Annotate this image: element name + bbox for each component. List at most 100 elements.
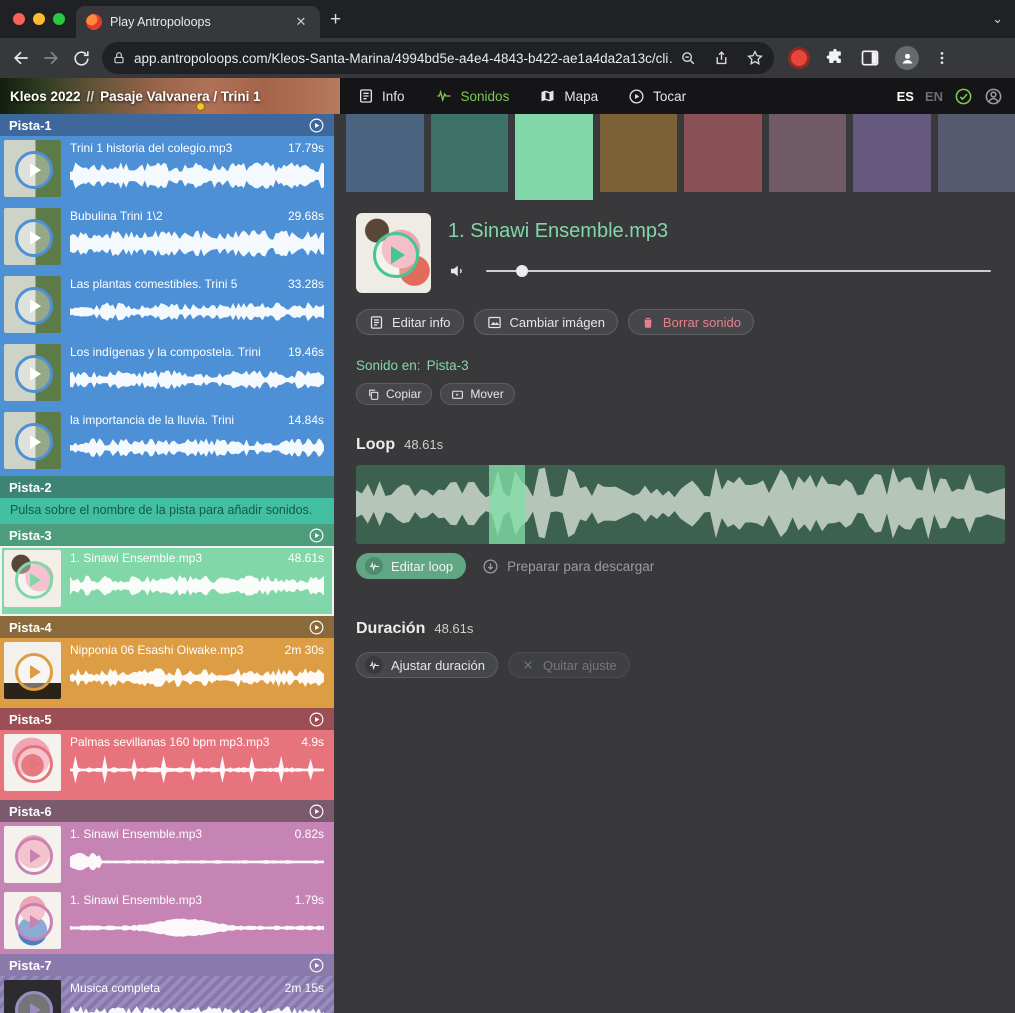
playhead[interactable] xyxy=(489,465,525,544)
clip-pista-1-5[interactable]: la importancia de la lluvia. Trini14.84s xyxy=(0,408,334,476)
clip-play-button[interactable] xyxy=(15,837,53,875)
saved-check-icon[interactable] xyxy=(954,87,973,106)
clip-thumbnail[interactable] xyxy=(4,550,61,607)
clip-pista-3-1[interactable]: 1. Sinawi Ensemble.mp348.61s xyxy=(0,546,334,616)
chevron-down-icon[interactable]: ⌄ xyxy=(992,11,1003,27)
delete-sound-button[interactable]: Borrar sonido xyxy=(628,309,754,335)
track-swatch-8[interactable] xyxy=(938,114,1015,192)
clip-thumbnail[interactable] xyxy=(4,980,61,1013)
track-swatch-3[interactable] xyxy=(515,114,593,200)
new-tab-button[interactable]: + xyxy=(330,10,341,29)
clip-play-button[interactable] xyxy=(15,561,53,599)
track-swatch-6[interactable] xyxy=(769,114,847,192)
tab-mapa[interactable]: Mapa xyxy=(539,88,598,104)
track-link[interactable]: Pista-3 xyxy=(427,358,469,373)
track-header-pista-3[interactable]: Pista-3 xyxy=(0,524,334,546)
clip-pista-6-2[interactable]: 1. Sinawi Ensemble.mp31.79s xyxy=(0,888,334,954)
clip-thumbnail[interactable] xyxy=(4,826,61,883)
remove-adjust-button[interactable]: Quitar ajuste xyxy=(508,652,630,678)
track-play-button[interactable] xyxy=(308,957,325,974)
track-swatch-4[interactable] xyxy=(600,114,678,192)
change-image-button[interactable]: Cambiar imágen xyxy=(474,309,618,335)
browser-tab[interactable]: Play Antropoloops ✕ xyxy=(76,6,320,38)
track-header-pista-1[interactable]: Pista-1 xyxy=(0,114,334,136)
clip-play-button[interactable] xyxy=(15,745,53,783)
track-play-button[interactable] xyxy=(308,619,325,636)
browser-menu-kebab-icon[interactable] xyxy=(934,50,950,66)
clip-thumbnail[interactable] xyxy=(4,208,61,265)
address-bar[interactable]: app.antropoloops.com/Kleos-Santa-Marina/… xyxy=(102,42,774,74)
clip-thumbnail[interactable] xyxy=(4,344,61,401)
track-header-pista-6[interactable]: Pista-6 xyxy=(0,800,334,822)
copy-button[interactable]: Copiar xyxy=(356,383,432,405)
track-swatch-1[interactable] xyxy=(346,114,424,192)
clip-thumbnail[interactable] xyxy=(4,734,61,791)
breadcrumb[interactable]: Kleos 2022 // Pasaje Valvanera / Trini 1 xyxy=(0,78,340,114)
lang-en[interactable]: EN xyxy=(925,89,943,104)
track-swatch-2[interactable] xyxy=(431,114,509,192)
track-play-button[interactable] xyxy=(308,711,325,728)
clip-pista-5-1[interactable]: Palmas sevillanas 160 bpm mp3.mp34.9s xyxy=(0,730,334,800)
clip-play-button[interactable] xyxy=(15,287,53,325)
tab-tocar[interactable]: Tocar xyxy=(628,88,686,105)
clip-thumbnail[interactable] xyxy=(4,642,61,699)
track-header-pista-2[interactable]: Pista-2 xyxy=(0,476,334,498)
maximize-window-button[interactable] xyxy=(53,13,65,25)
clip-pista-1-4[interactable]: Los indígenas y la compostela. Trini19.4… xyxy=(0,340,334,408)
clip-thumbnail[interactable] xyxy=(4,892,61,949)
minimize-window-button[interactable] xyxy=(33,13,45,25)
breadcrumb-project[interactable]: Kleos 2022 xyxy=(10,89,81,104)
clip-pista-1-3[interactable]: Las plantas comestibles. Trini 533.28s xyxy=(0,272,334,340)
move-button[interactable]: Mover xyxy=(440,383,514,405)
clip-pista-1-1[interactable]: Trini 1 historia del colegio.mp317.79s xyxy=(0,136,334,204)
clip-pista-4-1[interactable]: Nipponia 06 Esashi Oiwake.mp32m 30s xyxy=(0,638,334,708)
breadcrumb-path[interactable]: Pasaje Valvanera / Trini 1 xyxy=(100,89,261,104)
zoom-out-icon[interactable] xyxy=(680,50,697,67)
recording-indicator-icon[interactable] xyxy=(788,47,810,69)
profile-avatar[interactable] xyxy=(895,46,919,70)
side-panel-icon[interactable] xyxy=(860,48,880,68)
clip-pista-1-2[interactable]: Bubulina Trini 1\229.68s xyxy=(0,204,334,272)
account-icon[interactable] xyxy=(984,87,1003,106)
clip-pista-7-1[interactable]: Musica completa2m 15s xyxy=(0,976,334,1013)
edit-loop-button[interactable]: Editar loop xyxy=(356,553,466,579)
extensions-puzzle-icon[interactable] xyxy=(825,48,845,68)
edit-info-button[interactable]: Editar info xyxy=(356,309,464,335)
clip-play-button[interactable] xyxy=(15,151,53,189)
track-play-button[interactable] xyxy=(308,527,325,544)
play-button[interactable] xyxy=(373,232,419,278)
clip-play-button[interactable] xyxy=(15,903,53,941)
tab-info[interactable]: Info xyxy=(358,88,405,104)
track-swatch-7[interactable] xyxy=(853,114,931,192)
volume-slider-thumb[interactable] xyxy=(516,265,528,277)
track-play-button[interactable] xyxy=(308,803,325,820)
clip-play-button[interactable] xyxy=(15,423,53,461)
tab-sonidos[interactable]: Sonidos xyxy=(435,88,510,104)
track-header-pista-4[interactable]: Pista-4 xyxy=(0,616,334,638)
clip-thumbnail[interactable] xyxy=(4,140,61,197)
prepare-download-button[interactable]: Preparar para descargar xyxy=(482,558,654,575)
clip-play-button[interactable] xyxy=(15,653,53,691)
track-play-button[interactable] xyxy=(308,117,325,134)
track-header-pista-7[interactable]: Pista-7 xyxy=(0,954,334,976)
bookmark-star-icon[interactable] xyxy=(746,49,764,67)
track-header-pista-5[interactable]: Pista-5 xyxy=(0,708,334,730)
clip-play-button[interactable] xyxy=(15,355,53,393)
back-button[interactable] xyxy=(6,43,36,73)
clip-play-button[interactable] xyxy=(15,991,53,1013)
sound-image[interactable] xyxy=(356,213,431,293)
track-swatch-5[interactable] xyxy=(684,114,762,192)
clip-pista-6-1[interactable]: 1. Sinawi Ensemble.mp30.82s xyxy=(0,822,334,888)
forward-button[interactable] xyxy=(36,43,66,73)
loop-waveform[interactable] xyxy=(356,465,1005,544)
volume-slider[interactable] xyxy=(486,270,991,272)
close-window-button[interactable] xyxy=(13,13,25,25)
share-icon[interactable] xyxy=(713,50,730,67)
tab-close-icon[interactable]: ✕ xyxy=(292,13,310,31)
lang-es[interactable]: ES xyxy=(897,89,914,104)
reload-button[interactable] xyxy=(66,43,96,73)
adjust-duration-button[interactable]: Ajustar duración xyxy=(356,652,498,678)
clip-thumbnail[interactable] xyxy=(4,276,61,333)
clip-thumbnail[interactable] xyxy=(4,412,61,469)
clip-play-button[interactable] xyxy=(15,219,53,257)
